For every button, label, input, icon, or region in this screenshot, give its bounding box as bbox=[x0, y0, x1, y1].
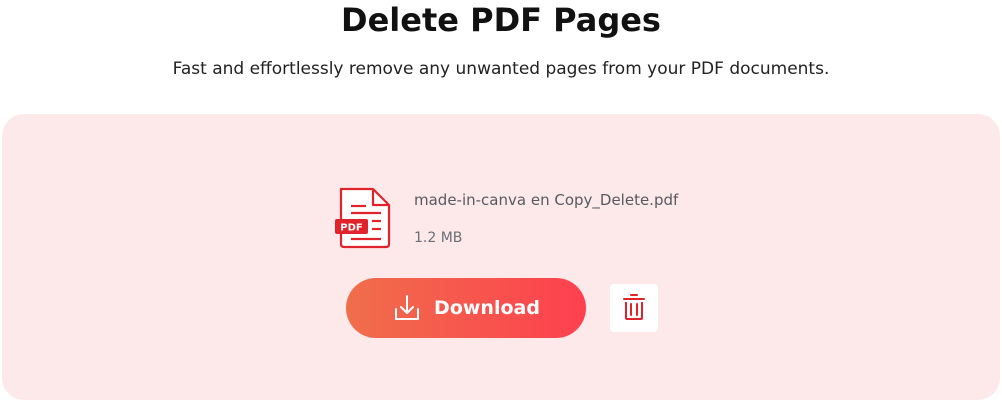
page-subtitle: Fast and effortlessly remove any unwante… bbox=[172, 59, 830, 79]
delete-file-button[interactable] bbox=[610, 284, 658, 332]
trash-icon bbox=[622, 293, 646, 324]
pdf-badge-text: PDF bbox=[340, 223, 362, 234]
file-name: made-in-canva en Copy_Delete.pdf bbox=[414, 191, 679, 209]
page-title: Delete PDF Pages bbox=[341, 1, 661, 39]
result-card bbox=[2, 114, 1000, 400]
download-icon bbox=[392, 293, 422, 323]
download-button[interactable]: Download bbox=[346, 278, 586, 338]
page: Delete PDF Pages Fast and effortlessly r… bbox=[0, 0, 1002, 402]
download-button-label: Download bbox=[434, 297, 540, 319]
pdf-file-icon: PDF bbox=[333, 186, 393, 250]
file-size: 1.2 MB bbox=[414, 230, 463, 246]
